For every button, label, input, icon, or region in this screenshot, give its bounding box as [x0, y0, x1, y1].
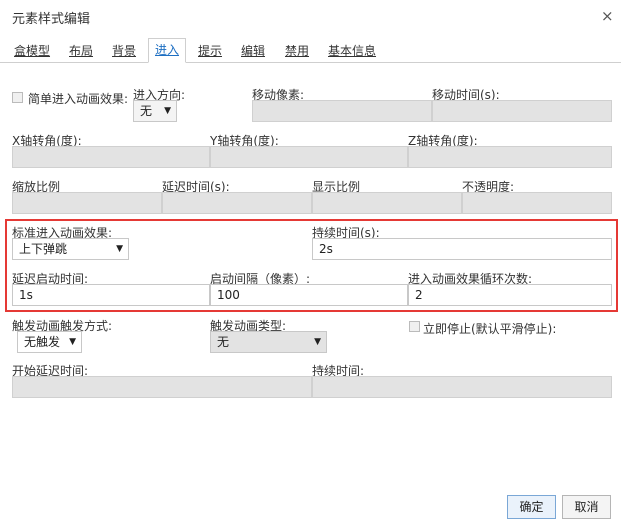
tab-basic-info[interactable]: 基本信息: [326, 42, 378, 63]
std-effect-select[interactable]: 上下弹跳 ▼: [12, 238, 129, 260]
move-px-field[interactable]: [252, 100, 432, 122]
simple-anim-label: 简单进入动画效果:: [28, 92, 129, 106]
stop-now-checkbox[interactable]: [409, 321, 420, 332]
caret-down-icon: ▼: [69, 337, 76, 347]
opacity-field[interactable]: [462, 192, 612, 214]
std-effect-value: 上下弹跳: [19, 242, 68, 256]
trigger-duration-field[interactable]: [312, 376, 612, 398]
start-delay-field[interactable]: [12, 376, 312, 398]
tab-box-model[interactable]: 盒模型: [12, 42, 52, 63]
simple-anim-checkbox[interactable]: [12, 92, 23, 103]
loop-count-input[interactable]: 2: [408, 284, 612, 306]
trigger-mode-select[interactable]: 无触发 ▼: [17, 331, 82, 353]
std-duration-input[interactable]: 2s: [312, 238, 612, 260]
z-rotate-field[interactable]: [408, 146, 612, 168]
tab-label: 编辑: [241, 44, 266, 58]
delay-start-input[interactable]: 1s: [12, 284, 210, 306]
tab-enter[interactable]: 进入: [148, 38, 187, 63]
dialog-title: 元素样式编辑: [12, 12, 91, 27]
direction-select[interactable]: 无 ▼: [133, 100, 177, 122]
tab-edit[interactable]: 编辑: [239, 42, 267, 63]
ok-button[interactable]: 确定: [507, 495, 556, 519]
delay-field[interactable]: [162, 192, 312, 214]
tab-label: 背景: [112, 44, 137, 58]
tab-label: 布局: [69, 44, 94, 58]
tab-tooltip[interactable]: 提示: [196, 42, 224, 63]
tab-label: 禁用: [285, 44, 310, 58]
caret-down-icon: ▼: [314, 337, 321, 347]
tab-layout[interactable]: 布局: [67, 42, 95, 63]
tab-label: 基本信息: [328, 44, 377, 58]
y-rotate-field[interactable]: [210, 146, 408, 168]
x-rotate-field[interactable]: [12, 146, 210, 168]
caret-down-icon: ▼: [164, 106, 171, 116]
cancel-button[interactable]: 取消: [562, 495, 611, 519]
stop-now-label: 立即停止(默认平滑停止):: [423, 322, 557, 336]
tab-disabled[interactable]: 禁用: [283, 42, 311, 63]
caret-down-icon: ▼: [116, 244, 123, 254]
show-ratio-field[interactable]: [312, 192, 462, 214]
trigger-mode-value: 无触发: [24, 335, 61, 349]
direction-value: 无: [140, 104, 153, 118]
trigger-type-value: 无: [217, 335, 230, 349]
close-icon[interactable]: ×: [601, 7, 614, 25]
tab-label: 盒模型: [14, 44, 51, 58]
move-time-field[interactable]: [432, 100, 612, 122]
tab-label: 提示: [198, 44, 223, 58]
trigger-type-select[interactable]: 无 ▼: [210, 331, 327, 353]
interval-input[interactable]: 100: [210, 284, 408, 306]
tab-label: 进入: [155, 43, 180, 57]
scale-field[interactable]: [12, 192, 162, 214]
tab-background[interactable]: 背景: [110, 42, 138, 63]
